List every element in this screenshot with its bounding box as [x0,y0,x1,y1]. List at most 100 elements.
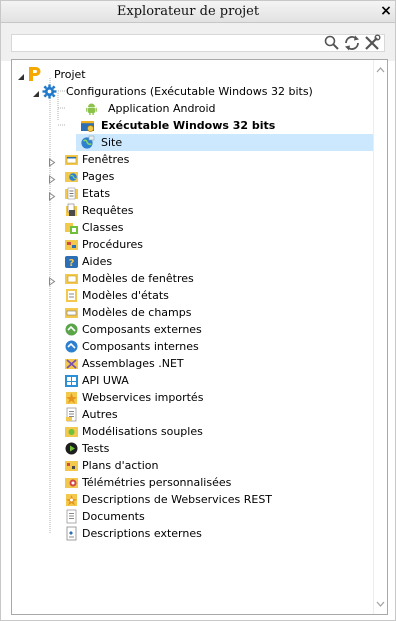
expand-arrow-icon[interactable] [48,172,56,184]
tree-label: Projet [54,68,86,81]
scroll-down-arrow-icon[interactable] [374,598,387,610]
project-tree[interactable]: Projet Configurations (Exécutable Window… [11,59,388,615]
tree-label: Aides [82,255,113,268]
tree-items: Fenêtres Pages Etats Requêtes Classes Procédu… [12,151,373,542]
toolbar [1,23,395,61]
tree-label: Autres [82,408,118,421]
tree-label: Procédures [82,238,143,251]
webservices-icon [64,390,79,405]
svg-text:?: ? [69,258,75,269]
tree-label: Tests [82,442,110,455]
tests-icon [64,441,79,456]
tree-item[interactable]: Pages [12,168,373,185]
tree-item[interactable]: Modèles de fenêtres [12,270,373,287]
tree-item[interactable]: Descriptions externes [12,525,373,542]
tree-item-projet[interactable]: Projet [12,66,373,83]
tree-item[interactable]: Webservices importés [12,389,373,406]
procedures-icon [64,237,79,252]
expand-arrow-icon[interactable] [48,189,56,201]
tree-item[interactable]: ? Aides [12,253,373,270]
uwa-api-icon [64,373,79,388]
tree-item[interactable]: Modèles d'états [12,287,373,304]
rest-webservices-icon [64,492,79,507]
title-bar: Explorateur de projet × [1,1,395,23]
external-components-icon [64,322,79,337]
tree-label: Configurations (Exécutable Windows 32 bi… [66,85,313,98]
tree-item[interactable]: Requêtes [12,202,373,219]
tree-item[interactable]: Composants internes [12,338,373,355]
search-icon[interactable] [323,34,341,52]
expand-arrow-icon[interactable] [48,274,56,286]
tree-label: Assemblages .NET [82,357,184,370]
tree-item[interactable]: Modèles de champs [12,304,373,321]
field-templates-icon [64,305,79,320]
tree-label: Documents [82,510,145,523]
tree-content: Projet Configurations (Exécutable Window… [12,66,373,542]
tree-label: Pages [82,170,115,183]
queries-icon [64,203,79,218]
tree-label: Modélisations souples [82,425,203,438]
tree-label: Webservices importés [82,391,204,404]
tree-label: Composants internes [82,340,199,353]
tree-item-executable-windows[interactable]: Exécutable Windows 32 bits [12,117,373,134]
tree-item[interactable]: Fenêtres [12,151,373,168]
tree-item[interactable]: Procédures [12,236,373,253]
android-icon [84,101,99,116]
tree-label: API UWA [82,374,129,387]
gear-icon [42,84,57,99]
scroll-up-arrow-icon[interactable] [374,64,387,76]
tree-item-site[interactable]: Site [12,134,373,151]
tree-item-configurations[interactable]: Configurations (Exécutable Windows 32 bi… [12,83,373,100]
help-icon: ? [64,254,79,269]
tree-item[interactable]: Composants externes [12,321,373,338]
panel-title: Explorateur de projet [116,4,260,19]
window-folder-icon [64,152,79,167]
tree-label: Etats [82,187,111,200]
tree-label: Modèles de champs [82,306,192,319]
expand-arrow-icon[interactable] [48,155,56,167]
tree-item[interactable]: Tests [12,440,373,457]
tree-label: Descriptions externes [82,527,202,540]
tree-item[interactable]: Descriptions de Webservices REST [12,491,373,508]
website-icon [80,135,95,150]
window-templates-icon [64,271,79,286]
tree-item[interactable]: Etats [12,185,373,202]
documents-icon [64,509,79,524]
tree-item[interactable]: Autres [12,406,373,423]
tree-item[interactable]: Classes [12,219,373,236]
windows-exe-icon [80,118,95,133]
internal-components-icon [64,339,79,354]
dotnet-assemblies-icon [64,356,79,371]
close-button[interactable]: × [379,2,393,20]
tree-item[interactable]: Plans d'action [12,457,373,474]
tree-item[interactable]: API UWA [12,372,373,389]
tree-item[interactable]: Télémétries personnalisées [12,474,373,491]
collapse-arrow-icon[interactable] [17,70,25,80]
refresh-icon[interactable] [343,34,361,52]
project-explorer-panel: Explorateur de projet × Projet Configura… [0,0,396,621]
classes-icon [64,220,79,235]
vertical-scrollbar[interactable] [373,60,387,614]
external-descriptions-icon [64,526,79,541]
tree-label: Descriptions de Webservices REST [82,493,273,506]
tree-item-application-android[interactable]: Application Android [12,100,373,117]
tree-label: Modèles de fenêtres [82,272,194,285]
tree-label: Classes [82,221,124,234]
pages-folder-icon [64,169,79,184]
tree-item[interactable]: Modélisations souples [12,423,373,440]
action-plans-icon [64,458,79,473]
reports-folder-icon [64,186,79,201]
tools-icon[interactable] [363,34,381,52]
tree-item[interactable]: Assemblages .NET [12,355,373,372]
project-p-icon [26,66,42,82]
tree-label: Modèles d'états [82,289,169,302]
collapse-arrow-icon[interactable] [32,87,40,97]
tree-label: Fenêtres [82,153,130,166]
other-files-icon [64,407,79,422]
tree-label: Exécutable Windows 32 bits [101,119,276,132]
tree-label: Plans d'action [82,459,159,472]
flexible-models-icon [64,424,79,439]
tree-label: Composants externes [82,323,202,336]
tree-item[interactable]: Documents [12,508,373,525]
report-templates-icon [64,288,79,303]
